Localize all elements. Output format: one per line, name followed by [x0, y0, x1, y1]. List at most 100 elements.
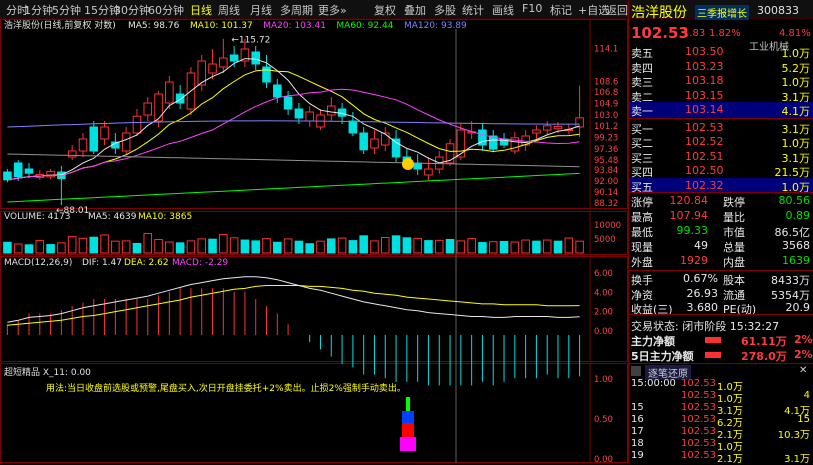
candle-up [132, 115, 142, 134]
panel-border-2 [0, 256, 628, 362]
candle-up [46, 170, 55, 178]
kline-title: 浩洋股份(日线,前复权 对数) [4, 19, 116, 31]
stat-label: 外盘 [631, 256, 653, 269]
order-level-price: 102.51 [685, 149, 724, 163]
volume-bar [251, 240, 260, 254]
volume-bar [197, 238, 207, 254]
panel-border-3 [0, 363, 628, 463]
volume-bar [165, 241, 174, 254]
tick-time: 19 [631, 450, 644, 461]
volume-bar [100, 234, 109, 254]
toolbar-item-8[interactable]: 月线 [250, 2, 272, 18]
volume-bar [564, 237, 574, 254]
close-icon[interactable]: ✕ [799, 365, 807, 376]
ma10-line [7, 69, 580, 181]
candle-down [391, 138, 401, 158]
stat-label: 量比 [723, 211, 745, 224]
toolbar-item-16[interactable]: F10 [522, 2, 542, 15]
volume-bar [499, 240, 509, 254]
candle-up [456, 129, 466, 158]
kline-ytick-12: 88.32 [594, 199, 618, 209]
volume-bar [316, 240, 325, 254]
volume-bar [359, 235, 368, 254]
candle-down [283, 96, 293, 110]
volume-bar [424, 240, 433, 254]
stat-value: 1929 [680, 254, 708, 267]
volume-bar [24, 244, 34, 254]
ask-level-2[interactable]: 卖二 103.15 3.1万 [629, 88, 813, 104]
volume-bar [219, 233, 228, 254]
stat-value: 80.56 [778, 194, 811, 207]
toolbar-item-11[interactable]: 复权 [374, 2, 396, 18]
stat-value: 26.93 [686, 286, 719, 300]
tick-price: 102.53 [681, 378, 716, 389]
ask-level-4[interactable]: 卖四 103.23 5.2万 [629, 59, 813, 75]
ask-level-5[interactable]: 卖五 103.50 1.0万 [629, 44, 813, 60]
candle-up [542, 125, 552, 131]
stat-label: 总量 [723, 241, 745, 254]
kline-chart-area[interactable]: 浩洋股份(日线,前复权 对数) MA5: 98.76 MA10: 101.37 MA2… [0, 19, 628, 463]
toolbar-item-15[interactable]: 画线 [492, 2, 514, 18]
bid-level-2[interactable]: 买二 102.52 1.0万 [629, 134, 813, 150]
candle-up [305, 111, 314, 122]
toolbar-item-10[interactable]: 更多» [318, 2, 347, 18]
toolbar-item-1[interactable]: 1分钟 [24, 2, 53, 18]
bid-level-5[interactable]: 买五 102.32 1.0万 [629, 177, 813, 194]
five-day-flow-value: 278.0万 [741, 350, 787, 363]
volume-bar [132, 242, 142, 254]
toolbar-item-13[interactable]: 多股 [434, 2, 456, 18]
toolbar-item-17[interactable]: 标记 [550, 2, 572, 18]
candle-down [229, 54, 239, 62]
bid-level-1[interactable]: 买一 102.53 3.1万 [629, 120, 813, 136]
tick-price: 102.53 [681, 438, 716, 449]
indicator-title: 超短精品 X_11: 0.00 [4, 366, 91, 378]
toolbar-item-2[interactable]: 5分钟 [52, 2, 81, 18]
toolbar-item-7[interactable]: 周线 [218, 2, 240, 18]
toolbar-item-18[interactable]: +自选 [578, 2, 609, 18]
tick-price: 102.53 [681, 402, 716, 413]
candle-down [413, 162, 422, 170]
stat-value: 49 [694, 239, 708, 252]
stat-value: 86.5亿 [774, 226, 811, 239]
candle-down [294, 108, 304, 119]
kline-ytick-2: 106.8 [594, 88, 618, 98]
toolbar-item-14[interactable]: 统计 [462, 2, 484, 18]
volume-bar [521, 239, 530, 254]
volume-bar [553, 240, 563, 254]
indicator-ytick-2: 0.00 [594, 455, 613, 463]
ask-level-1[interactable]: 卖一 103.14 4.1万 [629, 102, 813, 118]
volume-bar [370, 240, 379, 254]
volume-bar [467, 238, 476, 254]
toolbar-item-19[interactable]: 返回 [606, 2, 628, 18]
volume-bar [3, 241, 12, 254]
tick-extra: 10.3万 [777, 430, 810, 441]
stat-value: 3568 [782, 239, 810, 252]
toolbar-item-5[interactable]: 60分钟 [148, 2, 184, 18]
tick-time: 15 [631, 402, 644, 413]
toolbar-item-9[interactable]: 多周期 [280, 2, 313, 18]
volume-bar [13, 243, 23, 254]
toolbar-item-12[interactable]: 叠加 [404, 2, 426, 18]
signal-bar-blue [402, 411, 414, 423]
ask-level-3[interactable]: 卖三 103.18 1.0万 [629, 73, 813, 89]
bid-level-3[interactable]: 买三 102.51 3.1万 [629, 149, 813, 165]
stat-value: 3.680 [686, 301, 719, 314]
candle-down [13, 162, 23, 178]
volume-ytick-1: 5000 [594, 235, 616, 245]
kline-ytick-11: 90.14 [594, 188, 618, 198]
order-book: 卖五 103.50 1.0万 卖四 103.23 5.2万 卖三 103.18 1.0万 卖二 10… [629, 44, 813, 194]
volume-bar [67, 236, 77, 254]
toolbar-item-6[interactable]: 日线 [190, 2, 212, 18]
macd-ytick-2: 2.00 [594, 308, 613, 318]
ma-label-0: MA5: 98.76 [128, 21, 180, 31]
expand-icon[interactable] [631, 366, 641, 376]
toolbar-item-4[interactable]: 30分钟 [114, 2, 150, 18]
candle-up [67, 150, 77, 158]
order-level-price: 102.32 [685, 178, 724, 192]
volume-bar [57, 242, 66, 254]
order-level-price: 102.53 [685, 120, 724, 134]
volume-bar [510, 241, 520, 254]
last-price: 102.53 [631, 24, 689, 42]
macd-title: MACD(12,26,9) [4, 258, 72, 268]
bid-level-4[interactable]: 买四 102.50 21.5万 [629, 163, 813, 179]
